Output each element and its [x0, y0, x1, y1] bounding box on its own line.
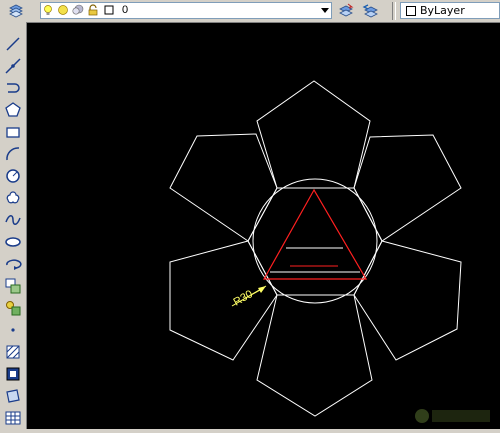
point-icon	[11, 328, 15, 332]
revision-cloud-icon	[6, 191, 20, 204]
bulb-icon[interactable]	[42, 4, 54, 16]
ellipse-icon	[5, 237, 21, 247]
color-square-icon[interactable]	[103, 4, 115, 16]
pentagon-bottom-right	[353, 240, 462, 361]
construction-line-icon	[5, 58, 21, 74]
circle-icon	[6, 169, 20, 183]
arc-button[interactable]	[3, 144, 23, 164]
circle-button[interactable]	[3, 166, 23, 186]
polygon-icon	[5, 102, 21, 117]
pentagon-top-right	[353, 134, 462, 242]
spline-icon	[5, 215, 21, 225]
color-swatch	[406, 6, 416, 16]
make-current-icon[interactable]	[338, 3, 354, 19]
layer-dropdown[interactable]: 0	[40, 2, 332, 19]
chevron-down-icon[interactable]	[321, 8, 329, 13]
polygon-button[interactable]	[3, 100, 23, 120]
draw-toolbar	[0, 22, 27, 429]
arc-icon	[6, 147, 20, 161]
dimension-text: R30	[232, 288, 255, 308]
polyline-button[interactable]	[3, 78, 23, 98]
point-button[interactable]	[3, 320, 23, 340]
rectangle-button[interactable]	[3, 122, 23, 142]
table-icon	[5, 411, 21, 425]
ellipse-arc-icon	[6, 259, 22, 270]
ellipse-button[interactable]	[3, 232, 23, 252]
layer-manager-icon[interactable]	[8, 3, 24, 19]
pentagon-top-left	[169, 133, 278, 242]
current-layer-name: 0	[122, 4, 129, 16]
region-icon	[6, 389, 20, 403]
gradient-icon	[6, 367, 20, 381]
make-block-icon	[6, 301, 21, 316]
watermark-logo	[415, 409, 490, 423]
spline-button[interactable]	[3, 210, 23, 230]
insert-block-button[interactable]	[3, 276, 23, 296]
line-button[interactable]	[3, 34, 23, 54]
rectangle-icon	[6, 127, 20, 138]
polyline-icon	[7, 83, 20, 93]
pentagon-bottom-left	[169, 240, 278, 361]
cad-drawing: R30	[169, 80, 462, 417]
layers-toolbar: 0 ByLayer	[0, 0, 500, 23]
pentagon-top	[256, 80, 371, 189]
layer-previous-icon[interactable]	[362, 3, 378, 19]
freeze-icon[interactable]	[72, 4, 84, 16]
ellipse-arc-button[interactable]	[3, 254, 23, 274]
table-button[interactable]	[3, 408, 23, 428]
line-icon	[6, 37, 20, 51]
lock-icon[interactable]	[87, 4, 99, 16]
make-block-button[interactable]	[3, 298, 23, 318]
toolbar-separator	[392, 2, 396, 20]
gradient-button[interactable]	[3, 364, 23, 384]
drawing-canvas[interactable]: R30	[27, 23, 500, 429]
construction-line-button[interactable]	[3, 56, 23, 76]
color-label: ByLayer	[420, 4, 465, 17]
hatch-icon	[6, 345, 20, 359]
color-dropdown[interactable]: ByLayer	[400, 2, 500, 19]
hatch-button[interactable]	[3, 342, 23, 362]
pentagon-bottom	[256, 294, 373, 417]
autocad-window: 0 ByLayer R30	[0, 0, 500, 429]
insert-block-icon	[5, 278, 21, 294]
region-button[interactable]	[3, 386, 23, 406]
sun-icon[interactable]	[57, 4, 69, 16]
revision-cloud-button[interactable]	[3, 188, 23, 208]
